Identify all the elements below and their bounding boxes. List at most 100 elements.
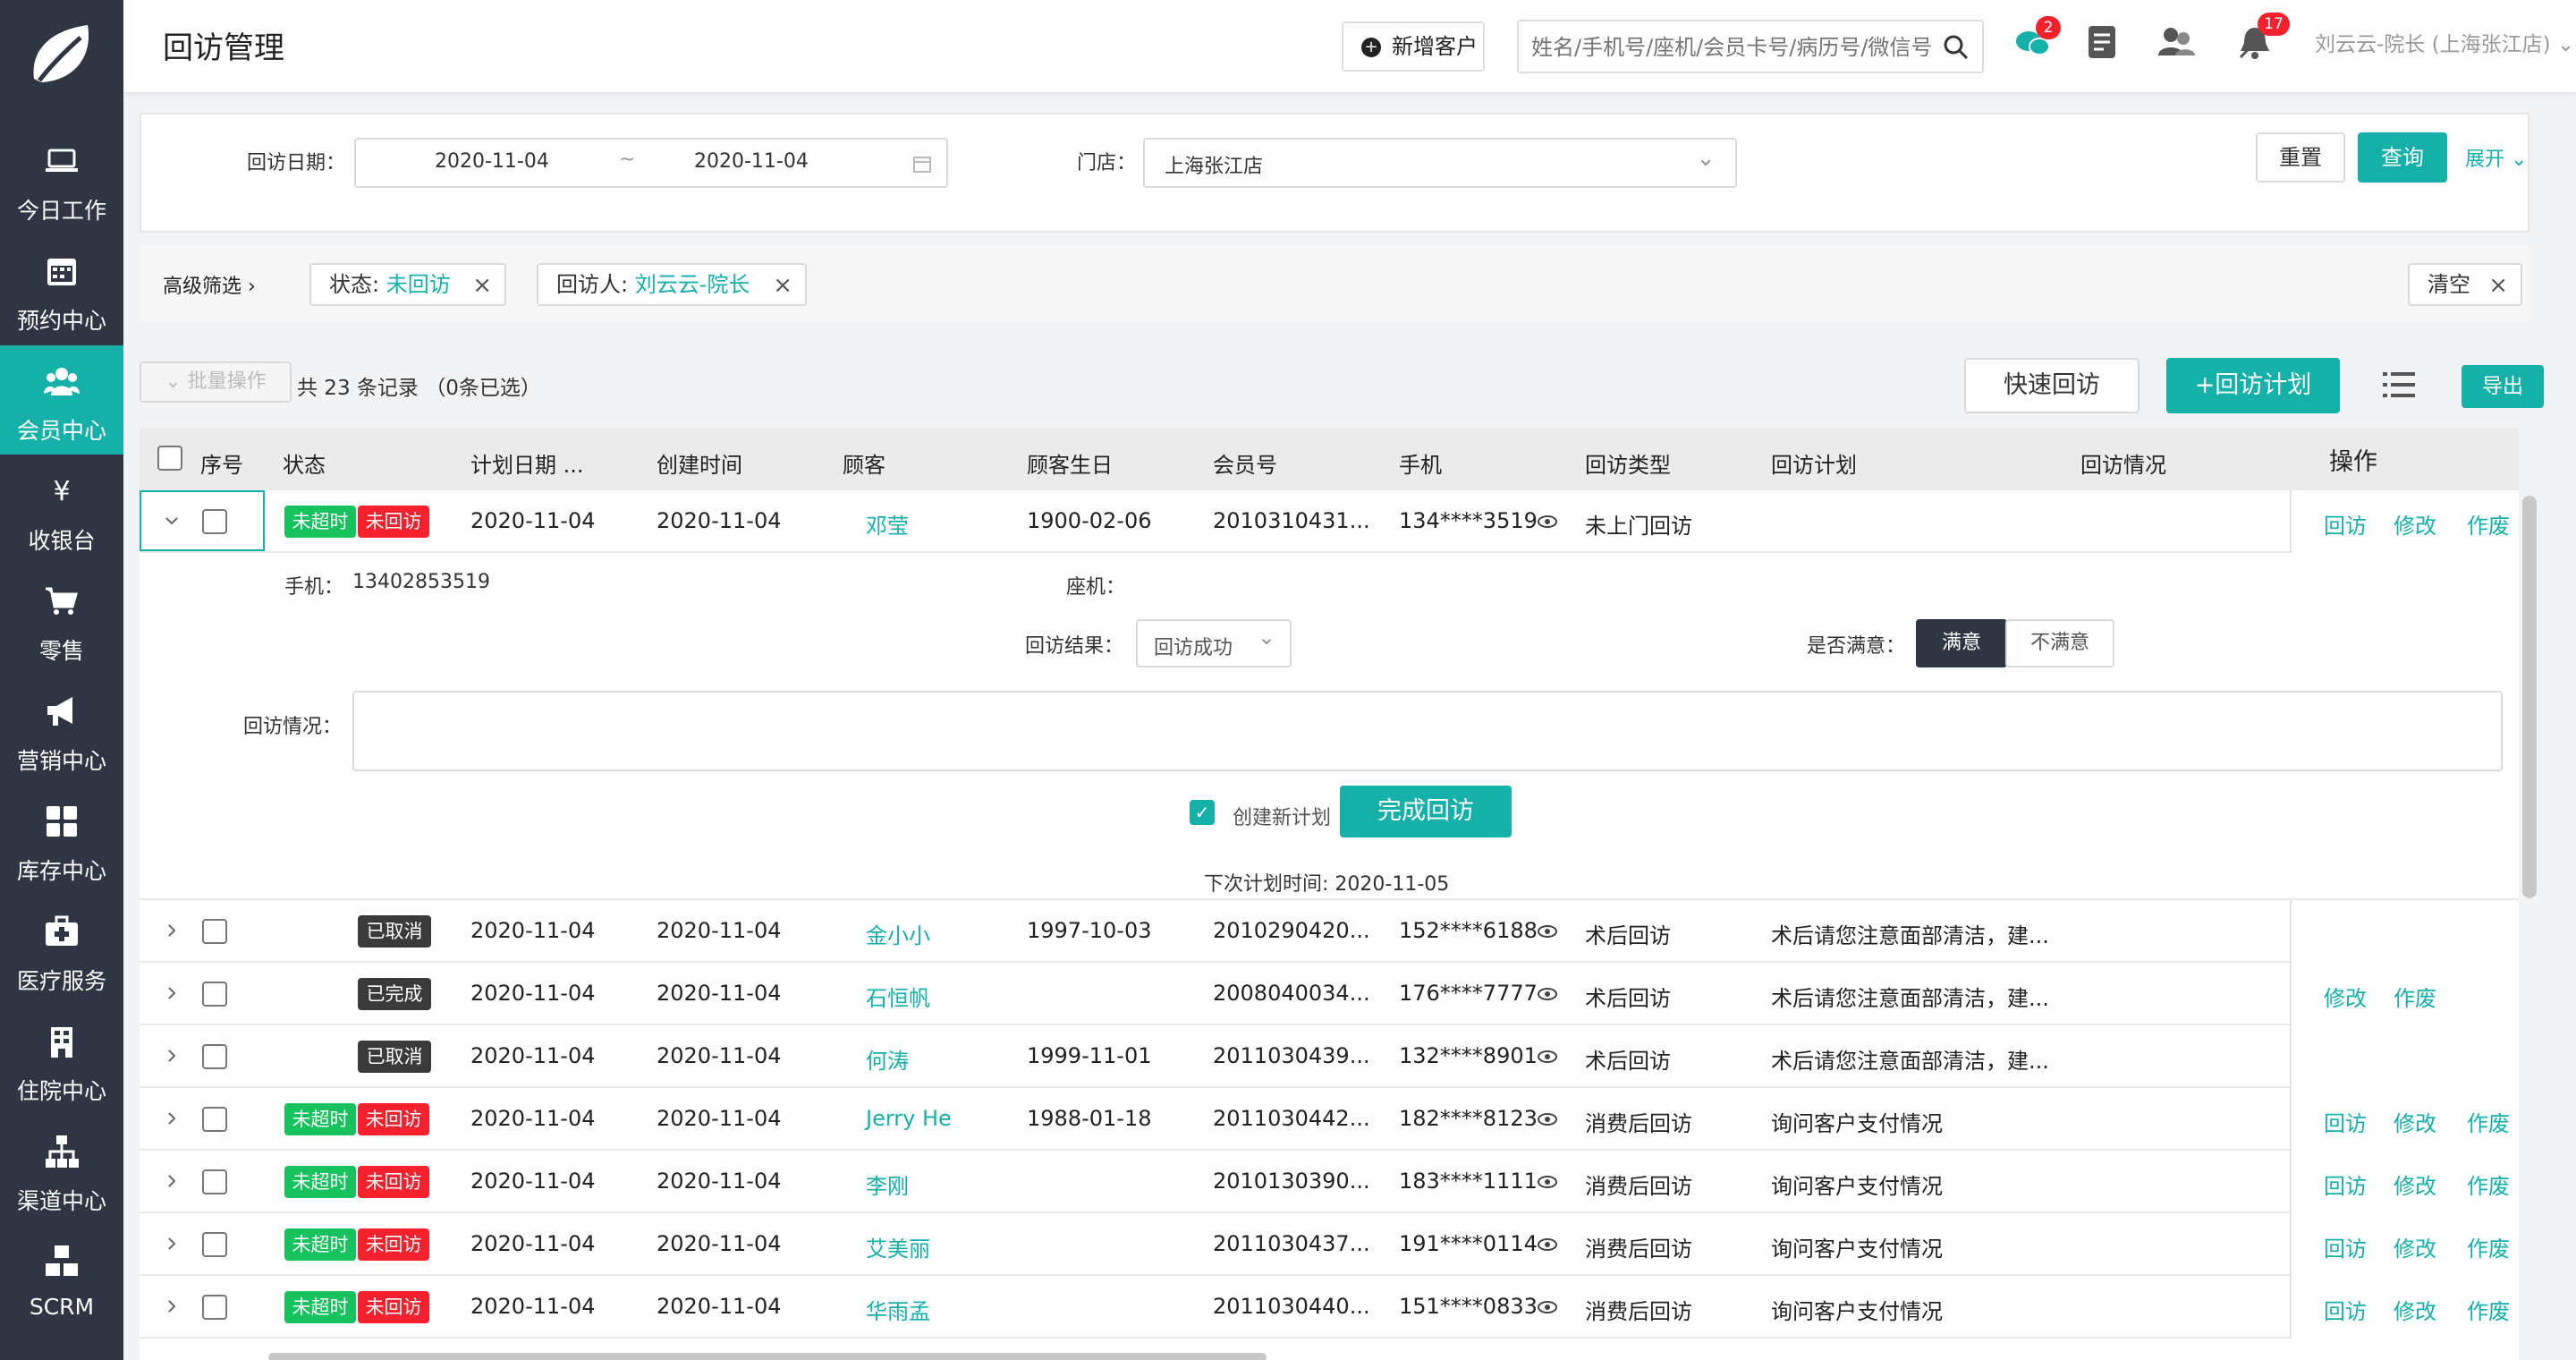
eye-icon[interactable] [1537,1237,1557,1252]
chevron-right-icon[interactable] [165,986,179,1000]
sidebar-item[interactable]: 零售 [0,565,123,675]
void-action-link[interactable]: 作废 [2467,1106,2510,1137]
add-visit-plan-button[interactable]: +回访计划 [2166,358,2340,413]
table-row[interactable]: 已取消 2020-11-04 2020-11-04 何涛 1999-11-01 20110… [140,1025,2519,1088]
search-icon[interactable] [1943,34,1970,61]
chevron-right-icon[interactable] [165,1174,179,1188]
search-input[interactable] [1531,30,1934,64]
notes-icon[interactable] [2082,21,2123,63]
eye-icon[interactable] [1537,924,1557,939]
create-plan-checkbox[interactable]: ✓ [1190,800,1215,825]
user-menu[interactable]: 刘云云-院长 (上海张江店) ⌄ [2315,27,2574,57]
customer-link[interactable]: 石恒帆 [866,981,930,1012]
customer-link[interactable]: Jerry He [866,1106,952,1131]
chevron-right-icon[interactable] [165,1111,179,1126]
edit-action-link[interactable]: 修改 [2394,1231,2436,1262]
chevron-right-icon[interactable] [165,1237,179,1251]
quick-visit-button[interactable]: 快速回访 [1964,358,2140,413]
query-button[interactable]: 查询 [2358,132,2447,183]
sidebar-item[interactable]: ¥ 收银台 [0,455,123,565]
chevron-right-icon[interactable] [165,1299,179,1313]
table-row[interactable]: 未超时 未回访 2020-11-04 2020-11-04 华雨孟 2011030440.… [140,1276,2519,1339]
column-settings-icon[interactable] [2383,370,2415,399]
customer-link[interactable]: 邓莹 [866,508,909,540]
leaf-logo-icon[interactable] [18,9,107,98]
store-select[interactable]: 上海张江店 ⌄ [1143,138,1737,188]
void-action-link[interactable]: 作废 [2467,1169,2510,1200]
eye-icon[interactable] [1537,1300,1557,1314]
sidebar-item[interactable]: SCRM [0,1226,123,1335]
eye-icon[interactable] [1537,1112,1557,1126]
edit-action-link[interactable]: 修改 [2394,1294,2436,1325]
sidebar-item[interactable]: 渠道中心 [0,1116,123,1225]
row-checkbox[interactable] [202,509,227,534]
result-select[interactable]: 回访成功 ⌄ [1136,619,1292,667]
clear-filters-button[interactable]: 清空 × [2408,263,2522,306]
customer-link[interactable]: 李刚 [866,1169,909,1200]
row-checkbox[interactable] [202,1169,227,1194]
reset-button[interactable]: 重置 [2256,132,2345,183]
customer-link[interactable]: 何涛 [866,1043,909,1075]
void-action-link[interactable]: 作废 [2467,508,2510,540]
void-action-link[interactable]: 作废 [2467,1231,2510,1262]
table-row[interactable]: 已取消 2020-11-04 2020-11-04 金小小 1997-10-03 2010… [140,900,2519,963]
vertical-scrollbar[interactable] [2522,496,2537,898]
table-row[interactable]: 未超时 未回访 2020-11-04 2020-11-04 邓莹 1900-02-06 20… [140,490,2519,553]
row-checkbox[interactable] [202,1295,227,1320]
edit-action-link[interactable]: 修改 [2324,981,2367,1012]
filter-tag-visitor[interactable]: 回访人: 刘云云-院长 × [537,263,807,306]
edit-action-link[interactable]: 修改 [2394,1169,2436,1200]
add-customer-button[interactable]: + 新增客户 [1342,21,1485,72]
table-row[interactable]: 未超时 未回访 2020-11-04 2020-11-04 Jerry He 1988-0… [140,1088,2519,1151]
sidebar-item[interactable]: 今日工作 [0,125,123,234]
edit-action-link[interactable]: 修改 [2394,1106,2436,1137]
satisfied-no-button[interactable]: 不满意 [2005,619,2114,667]
visit-action-link[interactable]: 回访 [2324,1231,2367,1262]
select-all-checkbox[interactable] [157,446,182,471]
date-range-picker[interactable]: 2020-11-04 ~ 2020-11-04 [354,138,948,188]
complete-visit-button[interactable]: 完成回访 [1340,786,1512,837]
visit-action-link[interactable]: 回访 [2324,1106,2367,1137]
satisfied-yes-button[interactable]: 满意 [1916,619,2007,667]
edit-action-link[interactable]: 修改 [2394,508,2436,540]
void-action-link[interactable]: 作废 [2467,1294,2510,1325]
row-checkbox[interactable] [202,1044,227,1069]
batch-actions-button[interactable]: ⌄ 批量操作 [140,361,292,403]
sidebar-item[interactable]: 住院中心 [0,1006,123,1115]
customer-link[interactable]: 华雨孟 [866,1294,930,1325]
chevron-right-icon[interactable] [165,923,179,938]
visit-action-link[interactable]: 回访 [2324,1294,2367,1325]
close-icon[interactable]: × [773,266,792,305]
team-icon[interactable] [2156,21,2197,63]
expand-toggle[interactable]: 展开 ⌄ [2465,143,2527,172]
close-icon[interactable]: × [2488,266,2508,305]
sidebar-item[interactable]: 库存中心 [0,786,123,895]
row-checkbox[interactable] [202,982,227,1007]
chevron-right-icon[interactable] [165,1049,179,1063]
sidebar-item[interactable]: 会员中心 [0,345,123,455]
eye-icon[interactable] [1537,1050,1557,1064]
void-action-link[interactable]: 作废 [2394,981,2436,1012]
sidebar-item[interactable]: 营销中心 [0,676,123,785]
sidebar-item[interactable]: 预约中心 [0,235,123,344]
visit-action-link[interactable]: 回访 [2324,508,2367,540]
table-row[interactable]: 已完成 2020-11-04 2020-11-04 石恒帆 2008040034... 1… [140,963,2519,1025]
col-header[interactable]: 计划日期 ... [470,447,584,479]
table-row[interactable]: 未超时 未回访 2020-11-04 2020-11-04 艾美丽 2011030437.… [140,1213,2519,1276]
table-row[interactable]: 未超时 未回访 2020-11-04 2020-11-04 李刚 2010130390..… [140,1151,2519,1213]
filter-tag-status[interactable]: 状态: 未回访 × [309,263,506,306]
eye-icon[interactable] [1537,987,1557,1001]
row-checkbox[interactable] [202,919,227,944]
eye-icon[interactable] [1537,1175,1557,1189]
row-checkbox[interactable] [202,1232,227,1257]
sidebar-item[interactable]: 医疗服务 [0,896,123,1005]
row-checkbox[interactable] [202,1107,227,1132]
advanced-filter-label[interactable]: 高级筛选 › [163,270,256,299]
horizontal-scrollbar[interactable] [268,1353,1267,1360]
customer-link[interactable]: 金小小 [866,918,930,949]
customer-link[interactable]: 艾美丽 [866,1231,930,1262]
close-icon[interactable]: × [472,266,492,305]
visit-action-link[interactable]: 回访 [2324,1169,2367,1200]
situation-textarea[interactable] [352,691,2503,771]
export-button[interactable]: 导出 [2462,365,2544,408]
